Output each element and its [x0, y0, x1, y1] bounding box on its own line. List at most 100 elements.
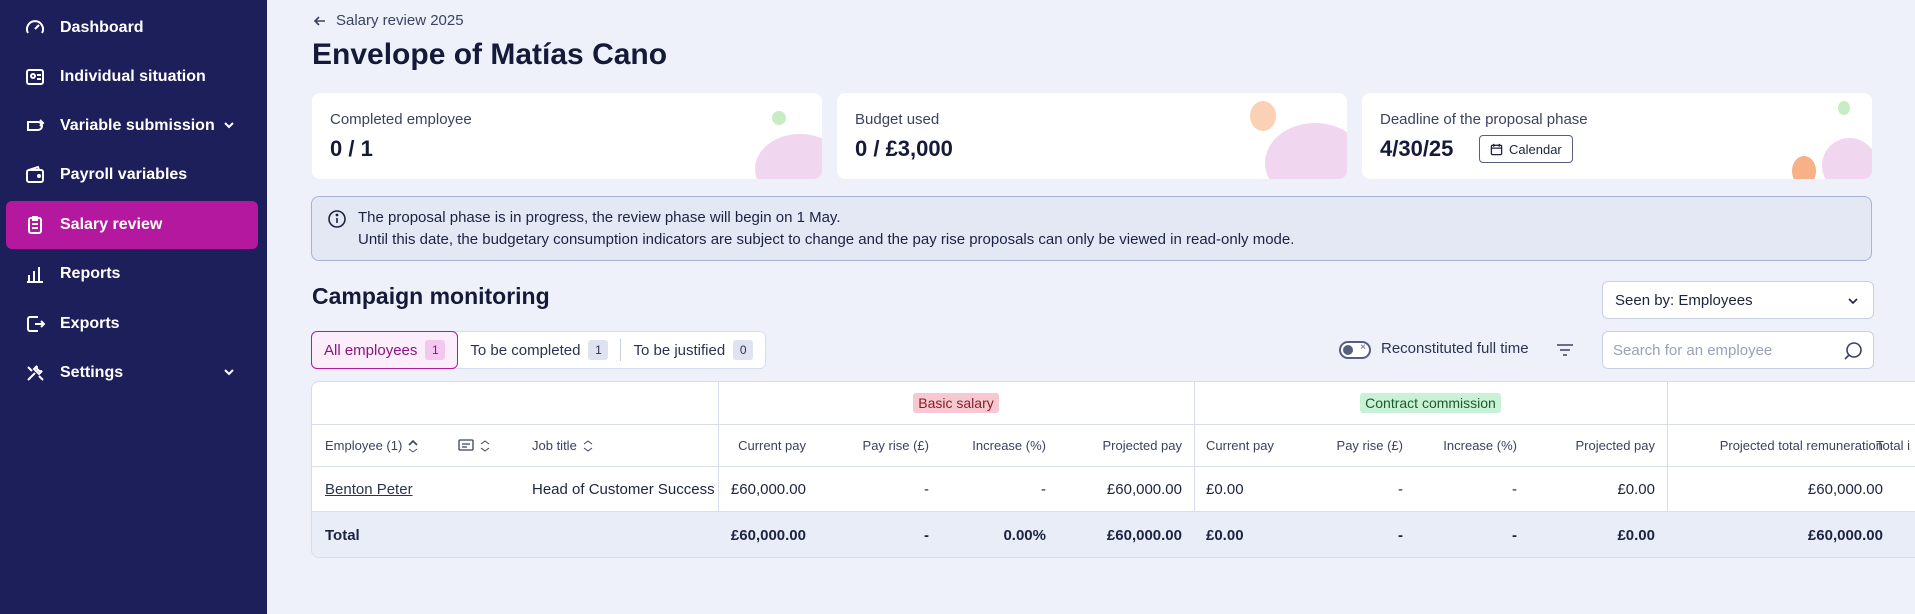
tab-to-be-completed[interactable]: To be completed 1: [458, 331, 620, 369]
header-projected-total: Projected total remuneration: [1719, 438, 1883, 453]
budget-used-card: Budget used 0 / £3,000: [837, 93, 1347, 179]
toggle-knob: [1343, 345, 1353, 355]
chevron-down-icon: [224, 122, 234, 129]
calendar-icon: [1490, 143, 1503, 155]
decorative-blob: [1792, 156, 1816, 179]
breadcrumb[interactable]: Salary review 2025: [312, 12, 464, 29]
total-label: Total: [325, 527, 360, 544]
search-icon[interactable]: [1843, 341, 1863, 361]
header-job-title[interactable]: Job title: [532, 425, 593, 466]
sidebar-item-settings[interactable]: Settings: [6, 349, 258, 397]
info-text-line-2: Until this date, the budgetary consumpti…: [358, 231, 1295, 248]
calendar-button[interactable]: Calendar: [1479, 135, 1573, 163]
close-icon: ×: [1360, 342, 1366, 353]
sidebar-item-individual-situation[interactable]: Individual situation: [6, 53, 258, 101]
sidebar-item-salary-review[interactable]: Salary review: [6, 201, 258, 249]
current-pay-cell: £60,000.00: [730, 480, 806, 498]
info-text-line-1: The proposal phase is in progress, the r…: [358, 209, 841, 226]
total-pay-rise-commission: -: [1398, 527, 1403, 544]
page-title: Envelope of Matías Cano: [312, 38, 668, 71]
filter-icon[interactable]: [1555, 340, 1575, 360]
tab-label: To be completed: [470, 341, 581, 359]
header-comments[interactable]: [458, 425, 490, 466]
pay-rise-commission-cell: -: [1398, 480, 1403, 498]
decorative-blob: [755, 134, 822, 179]
header-total-increase: Total i: [1876, 438, 1910, 453]
tab-label: All employees: [324, 341, 418, 359]
filter-tabs: All employees 1 To be completed 1 To be …: [311, 331, 767, 369]
sidebar-item-label: Reports: [60, 265, 121, 282]
seen-by-select[interactable]: Seen by: Employees: [1602, 281, 1874, 319]
total-projected-pay: £60,000.00: [1106, 527, 1182, 544]
projected-total-cell: £60,000.00: [1807, 480, 1883, 498]
header-increase-commission: Increase (%): [1443, 438, 1517, 453]
completed-employee-card: Completed employee 0 / 1: [312, 93, 822, 179]
wallet-icon: [24, 164, 46, 186]
card-label: Completed employee: [330, 111, 472, 128]
card-value: 4/30/25: [1380, 136, 1454, 161]
decorative-blob: [1265, 123, 1347, 179]
header-projected-pay: Projected pay: [1102, 438, 1183, 453]
table-row: Benton Peter Head of Customer Success £6…: [312, 467, 1915, 512]
decorative-blob: [1838, 101, 1850, 115]
chevron-down-icon: [224, 369, 234, 376]
tab-count-badge: 1: [588, 340, 609, 360]
sidebar-item-reports[interactable]: Reports: [6, 250, 258, 298]
sidebar-item-label: Payroll variables: [60, 166, 188, 183]
calendar-button-label: Calendar: [1509, 141, 1562, 157]
individual-icon: [24, 66, 46, 88]
sidebar-item-label: Exports: [60, 315, 120, 332]
decorative-blob: [1822, 138, 1872, 179]
total-current-pay-commission: £0.00: [1206, 527, 1244, 544]
salary-table: Basic salary Contract commission Employe…: [311, 381, 1915, 558]
header-projected-pay-commission: Projected pay: [1575, 438, 1656, 453]
sort-icon: [408, 439, 418, 452]
total-projected-total: £60,000.00: [1807, 527, 1883, 544]
card-value: 0 / £3,000: [855, 136, 953, 161]
decorative-blob: [1250, 101, 1276, 131]
sidebar-item-variable-submission[interactable]: Variable submission: [6, 102, 258, 150]
employee-search: [1602, 331, 1874, 369]
total-increase-commission: -: [1512, 527, 1517, 544]
projected-pay-commission-cell: £0.00: [1617, 480, 1655, 498]
total-current-pay: £60,000.00: [730, 527, 806, 544]
deadline-card: Deadline of the proposal phase 4/30/25 C…: [1362, 93, 1872, 179]
breadcrumb-label: Salary review 2025: [336, 12, 464, 29]
table-total-row: Total £60,000.00 - 0.00% £60,000.00 £0.0…: [312, 512, 1915, 557]
sidebar-item-exports[interactable]: Exports: [6, 300, 258, 348]
sidebar-item-dashboard[interactable]: Dashboard: [6, 4, 258, 52]
job-title-cell: Head of Customer Success: [532, 480, 715, 498]
tab-count-badge: 0: [733, 340, 754, 360]
chart-icon: [24, 263, 46, 285]
info-banner: The proposal phase is in progress, the r…: [311, 196, 1872, 261]
sidebar-item-label: Individual situation: [60, 68, 206, 85]
seen-by-value: Seen by: Employees: [1615, 291, 1753, 309]
search-input[interactable]: [1613, 340, 1833, 360]
card-label: Budget used: [855, 111, 940, 128]
tab-label: To be justified: [633, 341, 726, 359]
sidebar-item-payroll-variables[interactable]: Payroll variables: [6, 151, 258, 199]
pay-rise-cell: -: [924, 480, 929, 498]
reconstituted-full-time-toggle[interactable]: ×: [1339, 341, 1371, 359]
tab-to-be-justified[interactable]: To be justified 0: [621, 331, 765, 369]
main-content: Salary review 2025 Envelope of Matías Ca…: [267, 0, 1915, 614]
sidebar-item-label: Dashboard: [60, 19, 144, 36]
group-contract-commission: Contract commission: [1194, 382, 1667, 424]
header-employee[interactable]: Employee (1): [325, 425, 418, 466]
tab-count-badge: 1: [425, 340, 446, 360]
variable-icon: [24, 115, 46, 137]
tools-icon: [24, 362, 46, 384]
total-projected-pay-commission: £0.00: [1617, 527, 1655, 544]
header-pay-rise: Pay rise (£): [862, 438, 929, 453]
tab-all-employees[interactable]: All employees 1: [311, 331, 459, 369]
employee-name-link[interactable]: Benton Peter: [325, 467, 413, 511]
sidebar-item-label: Settings: [60, 364, 124, 381]
card-value: 0 / 1: [330, 136, 373, 161]
clipboard-icon: [24, 214, 46, 236]
total-pay-rise: -: [924, 527, 929, 544]
section-title: Campaign monitoring: [312, 283, 550, 309]
header-pay-rise-commission: Pay rise (£): [1336, 438, 1403, 453]
increase-cell: -: [1041, 480, 1046, 498]
group-basic-salary: Basic salary: [718, 382, 1194, 424]
dashboard-icon: [24, 17, 46, 39]
